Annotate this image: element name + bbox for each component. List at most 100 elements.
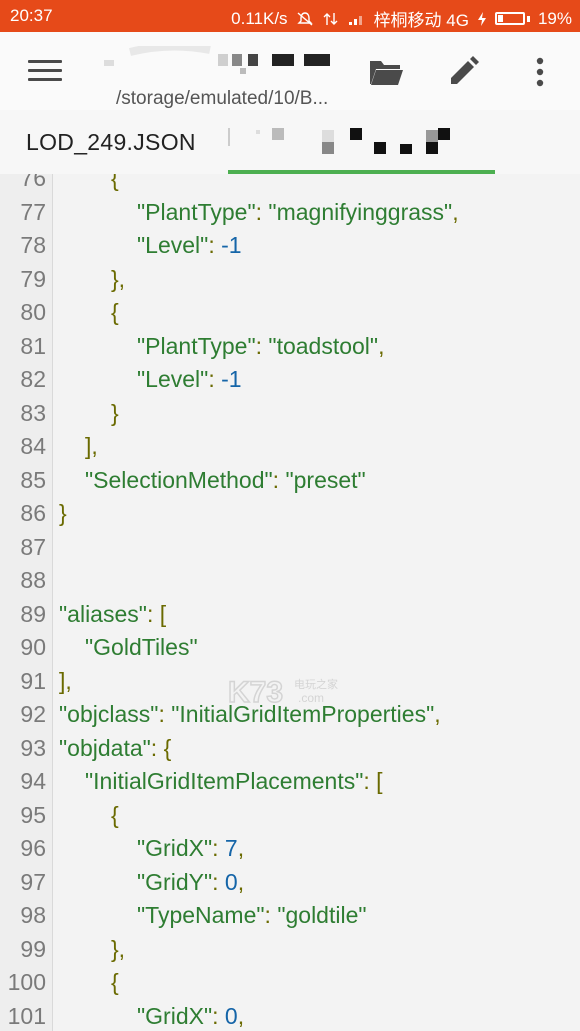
net-speed: 0.11K/s (231, 8, 288, 28)
code-token: }, (111, 935, 126, 962)
watermark-domain: .com (298, 691, 324, 705)
code-line: 101 "GridX": 0, (0, 1000, 580, 1031)
file-path: /storage/emulated/10/B... (116, 88, 329, 109)
app-toolbar: /storage/emulated/10/B... (0, 32, 580, 111)
code-text: } (59, 500, 67, 527)
battery-percent: 19% (537, 8, 572, 28)
status-right: 0.11K/s 梓桐移动 4G 19% (231, 6, 572, 31)
code-token: , (237, 868, 245, 895)
edit-button[interactable] (443, 52, 483, 92)
line-number: 97 (20, 868, 46, 895)
line-number: 79 (20, 265, 46, 292)
folder-icon (370, 61, 403, 85)
open-folder-button[interactable] (366, 52, 406, 92)
line-number: 100 (7, 969, 46, 996)
line-number: 98 (20, 902, 46, 929)
code-text: }, (111, 936, 125, 963)
code-token: 0 (224, 868, 238, 895)
code-line: 98 "TypeName": "goldtile" (0, 899, 580, 933)
code-token: , (378, 332, 385, 359)
code-token: -1 (221, 366, 242, 393)
mute-icon (296, 11, 313, 26)
code-editor[interactable]: 76 {77 "PlantType": "magnifyinggrass", 78 "L… (0, 174, 580, 1031)
line-number: 85 (20, 466, 46, 493)
code-token: "TypeName" (137, 902, 265, 929)
code-token: : (255, 332, 269, 359)
line-number: 92 (20, 701, 46, 728)
code-token: "SelectionMethod" (85, 466, 273, 493)
carrier-label: 梓桐移动 4G (373, 11, 469, 30)
code-line: 83} (0, 397, 580, 431)
code-token: { (111, 801, 119, 828)
redacted-title (104, 46, 330, 74)
code-token: : (158, 701, 172, 728)
watermark-sub: 电玩之家 (294, 677, 338, 691)
code-line: 93 "objdata": { (0, 732, 580, 766)
code-text: "InitialGridItemPlacements": [ (85, 768, 383, 795)
file-tabs: LOD_249.JSON (0, 110, 580, 175)
code-token: "GoldTiles" (85, 634, 198, 661)
code-text: ], (85, 433, 98, 460)
code-line: 85 "SelectionMethod": "preset" (0, 464, 580, 498)
code-token: , (237, 835, 245, 862)
code-text: "aliases": [ (59, 601, 166, 628)
line-number: 77 (20, 198, 46, 225)
code-token: : (212, 835, 225, 862)
code-token: : (255, 198, 269, 225)
line-number: 83 (20, 399, 46, 426)
code-text: }, (111, 266, 125, 293)
watermark-logo: K73 电玩之家 .com (228, 675, 338, 710)
charging-icon (477, 11, 486, 26)
code-text: "GridX": 0, (137, 1003, 244, 1030)
tab-active-file[interactable] (228, 110, 495, 174)
code-line: 81 "PlantType": "toadstool", (0, 330, 580, 364)
code-token: "aliases" (59, 600, 147, 627)
code-token: "PlantType" (137, 198, 256, 225)
code-token: "Level" (137, 232, 209, 259)
more-options-button[interactable] (520, 52, 560, 92)
code-text: "SelectionMethod": "preset" (85, 467, 366, 494)
code-text: "Level": -1 (137, 232, 242, 259)
code-token: : (208, 366, 222, 393)
line-number: 91 (20, 667, 46, 694)
tab-label: LOD_249.JSON (26, 128, 196, 155)
code-text: "PlantType": "toadstool", (137, 333, 384, 360)
code-token: "magnifyinggrass" (268, 198, 453, 225)
code-line: 89 "aliases": [ (0, 598, 580, 632)
code-token: : [ (363, 768, 383, 795)
code-text: "GridX": 7, (137, 835, 244, 862)
tab-lod-249[interactable]: LOD_249.JSON (0, 110, 228, 174)
line-number: 84 (20, 433, 46, 460)
code-line: 90 "GoldTiles" (0, 631, 580, 665)
code-text: ], (59, 668, 72, 695)
menu-icon[interactable] (28, 56, 62, 86)
code-token: : (264, 902, 278, 929)
code-line: 78 "Level": -1 (0, 229, 580, 263)
code-line: 88 (0, 564, 580, 598)
line-number: 95 (20, 801, 46, 828)
code-token: -1 (221, 232, 242, 259)
code-token: } (59, 500, 67, 527)
code-token: "Level" (137, 366, 209, 393)
code-token: }, (111, 265, 126, 292)
signal-icon (348, 15, 362, 25)
status-time: 20:37 (10, 6, 53, 25)
code-token: "PlantType" (137, 332, 256, 359)
code-token: "GridY" (137, 868, 213, 895)
code-token: "objdata" (59, 734, 151, 761)
code-text: { (111, 802, 119, 829)
line-number: 86 (20, 500, 46, 527)
code-line: 95 { (0, 799, 580, 833)
code-token: 7 (224, 835, 238, 862)
code-token: : (212, 1002, 225, 1029)
edit-icon (451, 56, 479, 84)
code-line: 86} (0, 497, 580, 531)
code-line: 94 "InitialGridItemPlacements": [ (0, 765, 580, 799)
code-token: , (237, 1002, 245, 1029)
code-text: "TypeName": "goldtile" (137, 902, 367, 929)
code-token: "InitialGridItemPlacements" (85, 768, 364, 795)
code-text: } (111, 400, 119, 427)
line-number: 101 (7, 1002, 46, 1029)
code-token: ], (85, 433, 98, 460)
more-icon (536, 57, 544, 87)
